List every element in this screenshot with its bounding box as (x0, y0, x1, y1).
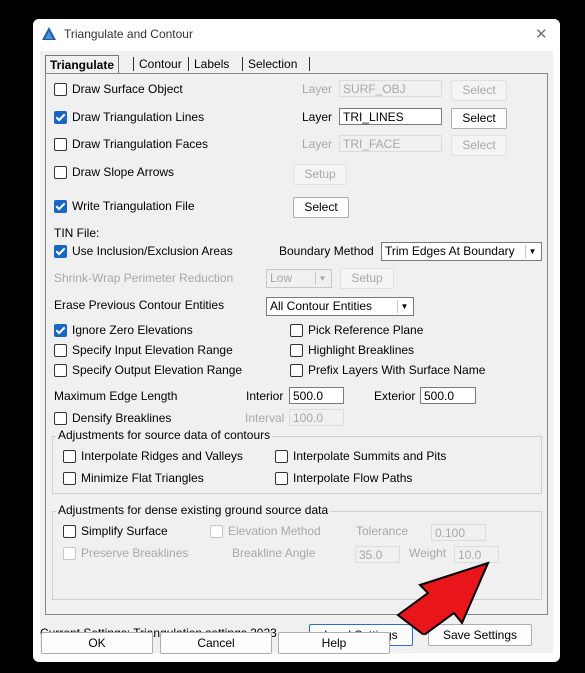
boundary-method-label: Boundary Method (279, 244, 374, 258)
chevron-down-icon: ▼ (397, 300, 411, 313)
densify-breaklines-label: Densify Breaklines (72, 411, 172, 425)
interpolate-ridges-label: Interpolate Ridges and Valleys (81, 449, 243, 463)
minimize-flat-triangles-label: Minimize Flat Triangles (81, 471, 204, 485)
boundary-method-dropdown[interactable]: Trim Edges At Boundary ▼ (381, 242, 542, 261)
tab-contour[interactable]: Contour (135, 55, 186, 73)
boundary-method-value: Trim Edges At Boundary (385, 244, 515, 258)
erase-contours-label: Erase Previous Contour Entities (54, 298, 225, 312)
shrink-wrap-dropdown[interactable]: Low ▼ (266, 269, 332, 288)
simplify-surface-checkbox[interactable] (63, 525, 76, 538)
interval-field[interactable]: 100.0 (289, 409, 344, 426)
preserve-breaklines-checkbox[interactable] (63, 547, 76, 560)
chevron-down-icon: ▼ (315, 272, 329, 285)
ok-button[interactable]: OK (41, 632, 153, 654)
draw-triangulation-faces-label: Draw Triangulation Faces (72, 137, 209, 151)
pick-reference-plane-label: Pick Reference Plane (308, 323, 424, 337)
cancel-button[interactable]: Cancel (160, 632, 272, 654)
tab-separator (242, 57, 243, 71)
tab-triangulate[interactable]: Triangulate (45, 55, 120, 74)
tolerance-field[interactable]: 0.100 (431, 524, 486, 541)
exterior-label: Exterior (374, 389, 416, 403)
interpolate-ridges-checkbox[interactable] (63, 450, 76, 463)
window-title: Triangulate and Contour (64, 27, 193, 41)
interpolate-flow-paths-checkbox[interactable] (275, 472, 288, 485)
chevron-down-icon: ▼ (525, 245, 539, 258)
erase-contours-dropdown[interactable]: All Contour Entities ▼ (266, 297, 414, 316)
tab-separator (309, 57, 310, 71)
interpolate-flow-paths-label: Interpolate Flow Paths (293, 471, 413, 485)
prefix-layers-checkbox[interactable] (290, 364, 303, 377)
interior-field[interactable]: 500.0 (289, 387, 344, 404)
tab-separator (188, 57, 189, 71)
output-elevation-range-checkbox[interactable] (54, 364, 67, 377)
interpolate-summits-checkbox[interactable] (275, 450, 288, 463)
prefix-layers-label: Prefix Layers With Surface Name (308, 363, 486, 377)
ignore-zero-elevations-label: Ignore Zero Elevations (72, 323, 193, 337)
shrink-wrap-setup-button[interactable]: Setup (340, 268, 394, 289)
input-elevation-range-label: Specify Input Elevation Range (72, 343, 233, 357)
app-logo-icon (41, 26, 57, 45)
pick-reference-plane-checkbox[interactable] (290, 324, 303, 337)
tin-file-select-button[interactable]: Select (293, 197, 349, 218)
erase-contours-value: All Contour Entities (270, 299, 373, 313)
exterior-field[interactable]: 500.0 (420, 387, 476, 404)
breakline-angle-label: Breakline Angle (232, 546, 316, 560)
surface-layer-label: Layer (302, 82, 333, 96)
use-inclusion-exclusion-label: Use Inclusion/Exclusion Areas (72, 244, 233, 258)
draw-triangulation-faces-checkbox[interactable] (54, 138, 67, 151)
elevation-method-label: Elevation Method (228, 524, 321, 538)
interval-label: Interval (245, 411, 285, 425)
surface-layer-field[interactable]: SURF_OBJ (339, 80, 442, 97)
tab-selection[interactable]: Selection (244, 55, 301, 73)
highlight-breaklines-label: Highlight Breaklines (308, 343, 415, 357)
draw-slope-arrows-label: Draw Slope Arrows (72, 165, 175, 179)
red-arrow-annotation (396, 561, 490, 635)
lines-select-button[interactable]: Select (451, 108, 507, 129)
minimize-flat-triangles-checkbox[interactable] (63, 472, 76, 485)
densify-breaklines-checkbox[interactable] (54, 412, 67, 425)
lines-layer-label: Layer (302, 110, 333, 124)
draw-slope-arrows-checkbox[interactable] (54, 166, 67, 179)
faces-layer-field[interactable]: TRI_FACE (339, 135, 442, 152)
tolerance-label: Tolerance (356, 524, 409, 538)
faces-layer-label: Layer (302, 137, 333, 151)
use-inclusion-exclusion-checkbox[interactable] (54, 245, 67, 258)
draw-surface-object-label: Draw Surface Object (72, 82, 183, 96)
write-triangulation-file-label: Write Triangulation File (72, 199, 195, 213)
elevation-method-checkbox[interactable] (210, 525, 223, 538)
help-button[interactable]: Help (278, 632, 390, 654)
output-elevation-range-label: Specify Output Elevation Range (72, 363, 243, 377)
interpolate-summits-label: Interpolate Summits and Pits (293, 449, 447, 463)
lines-layer-field[interactable]: TRI_LINES (339, 108, 442, 125)
title-bar: Triangulate and Contour ✕ (33, 19, 560, 49)
max-edge-length-label: Maximum Edge Length (54, 389, 178, 403)
tab-labels[interactable]: Labels (190, 55, 233, 73)
contour-adjustments-title: Adjustments for source data of contours (56, 428, 273, 442)
draw-surface-object-checkbox[interactable] (54, 83, 67, 96)
faces-select-button[interactable]: Select (451, 135, 507, 156)
triangulate-tab-page: Draw Surface Object Layer SURF_OBJ Selec… (45, 73, 548, 615)
input-elevation-range-checkbox[interactable] (54, 344, 67, 357)
tin-file-label: TIN File: (54, 226, 100, 240)
highlight-breaklines-checkbox[interactable] (290, 344, 303, 357)
draw-triangulation-lines-checkbox[interactable] (54, 111, 67, 124)
surface-select-button[interactable]: Select (451, 80, 507, 101)
contour-adjustments-group (52, 436, 542, 494)
ignore-zero-elevations-checkbox[interactable] (54, 324, 67, 337)
dense-adjustments-title: Adjustments for dense existing ground so… (56, 503, 331, 517)
interior-label: Interior (246, 389, 284, 403)
close-icon[interactable]: ✕ (535, 25, 548, 43)
draw-triangulation-lines-label: Draw Triangulation Lines (72, 110, 205, 124)
tab-separator (133, 57, 134, 71)
shrink-wrap-label: Shrink-Wrap Perimeter Reduction (54, 271, 234, 285)
simplify-surface-label: Simplify Surface (81, 524, 168, 538)
slope-arrows-setup-button[interactable]: Setup (293, 164, 347, 185)
preserve-breaklines-label: Preserve Breaklines (81, 546, 189, 560)
write-triangulation-file-checkbox[interactable] (54, 200, 67, 213)
shrink-wrap-value: Low (270, 271, 293, 285)
